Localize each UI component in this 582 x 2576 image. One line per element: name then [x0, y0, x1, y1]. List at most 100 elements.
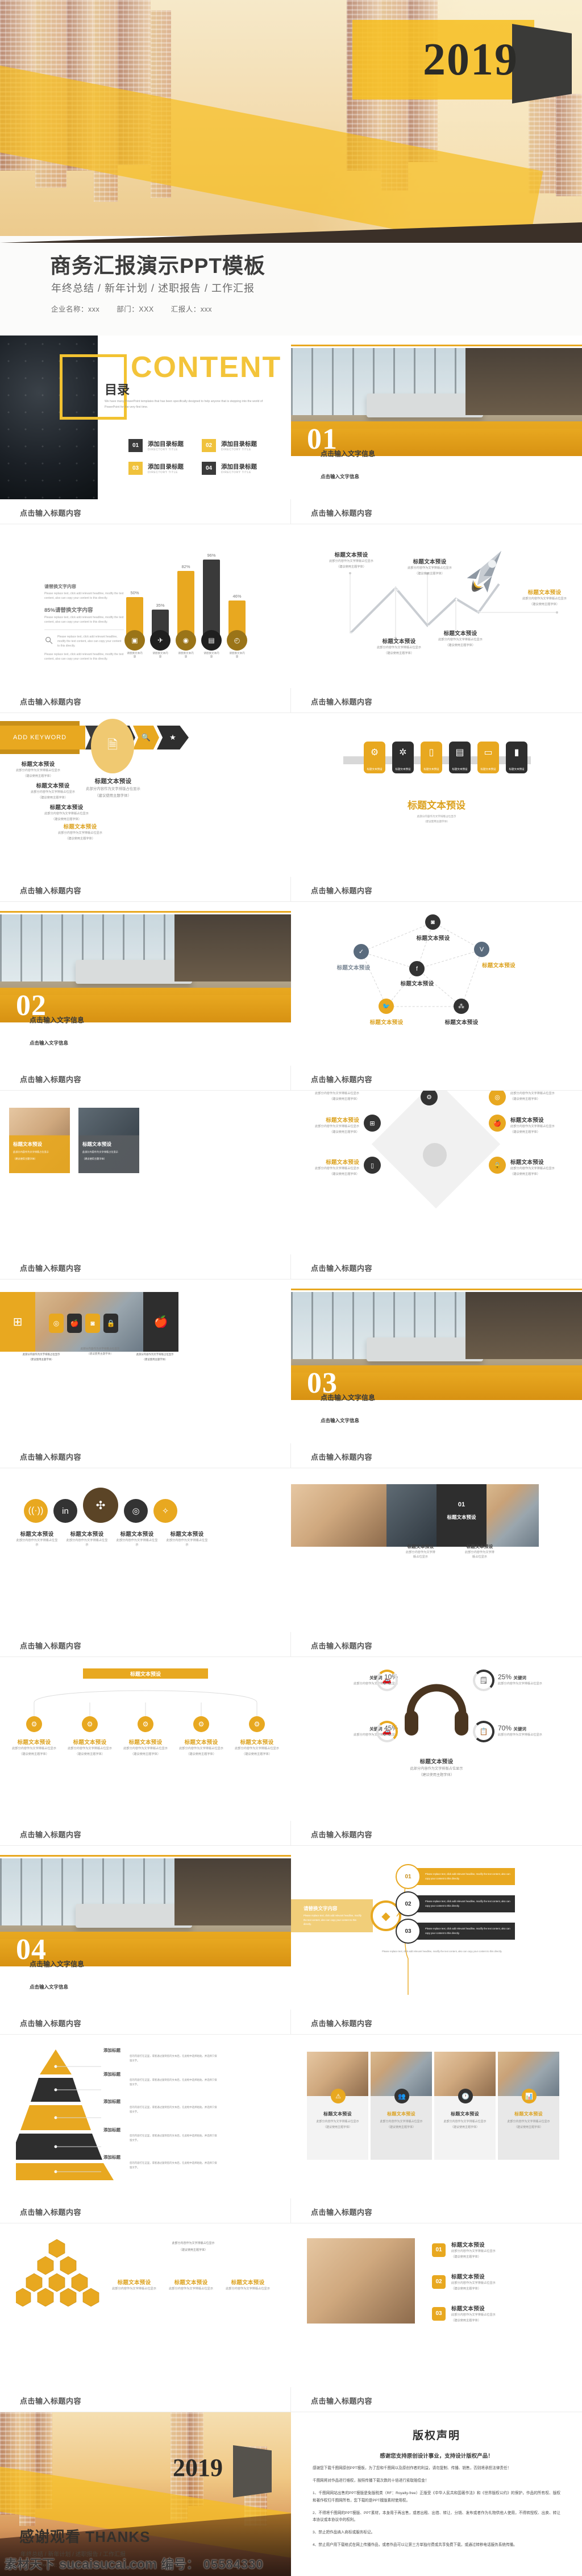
column-item-1[interactable]: ⚠ 标题文本预设 此部分内容作为文字排版占位显示 （建议使用主题字体） [307, 2052, 368, 2160]
line-node-4[interactable]: ♦ [450, 593, 463, 606]
pill-item-2[interactable]: ✲ 标题文本预设 [392, 742, 414, 773]
mobile-icon[interactable]: ▯ [364, 1157, 381, 1174]
share-icon[interactable]: ⁂ [454, 999, 469, 1014]
facebook-icon[interactable]: f [409, 961, 425, 976]
slide-cell-circle-row: ((·)) in ✣ ◎ ✧ 标题文本预设 此部分内容作为文字排版占位显示 标题… [0, 1468, 291, 1657]
contents-item-01[interactable]: 01 添加目录标题 DIRECTORY TITLE [128, 439, 184, 452]
line-node-1[interactable]: ▣ [344, 628, 357, 640]
numbered-body2: （建议使用主题字体） [451, 2318, 481, 2322]
line-node-2[interactable]: ▤ [390, 582, 402, 595]
vimeo-icon[interactable]: V [474, 942, 489, 957]
line-label-4: 标题文本预设 此部分内容作为文字排版占位显示 （建议使用主题字体） [430, 629, 491, 648]
network-label-2: 标题文本预设 [482, 963, 516, 969]
lock-icon[interactable]: 🔒 [103, 1314, 118, 1333]
card-photo-1: 标题文本预设 此部分内容作为文字排版占位显示 （建议使用主题字体） [9, 1108, 70, 1173]
instagram-icon[interactable]: ◙ [425, 914, 440, 930]
contents-item-number: 03 [128, 462, 143, 475]
mobile-icon: ▤ [455, 748, 464, 757]
pill-item-5[interactable]: ▭ 标题文本预设 [477, 742, 499, 773]
broadcast-icon[interactable]: ((·)) [24, 1499, 48, 1523]
numbered-item-2[interactable]: 02 标题文本预设 此部分内容作为文字排版占位显示 （建议使用主题字体） [432, 2272, 496, 2292]
keyword-arrow-slide: ADD KEYWORD 🔗 📍 🔍 ★ 🗎 标题文本预设 此部分内容作为文字排版… [0, 713, 291, 877]
strip-caption-title: 标题文本预设 [466, 1544, 493, 1549]
gear-icon-1[interactable]: ⚙ [26, 1716, 42, 1732]
target-icon[interactable]: ◎ [124, 1499, 148, 1523]
gear-icon-2[interactable]: ⚙ [82, 1716, 98, 1732]
copyright-paragraph-1: 感谢您下载千图网原创PPT模板，为了您和千图网以及原创作者的利益，请勿复制、传播… [313, 2466, 512, 2470]
pill-item-6[interactable]: ▮ 标题文本预设 [506, 742, 527, 773]
cube-stack-slide: 此部分内容作为文字排版占位显示 （建议使用主题字体） 标题文本预设 此部分内容作… [0, 2223, 291, 2387]
line-label-body2: （建议使用主题字体） [446, 643, 475, 647]
copyright-paragraph-3: 1、千图网网站出售的PPT模版是免版税类（RF：Royalty-free）正版受… [313, 2491, 560, 2503]
cover-meta-reporter: 汇报人：xxx [171, 305, 213, 313]
slide-cell-pyramid: 添加标题 您的内容打在这里，或者通过复制您的文本后，在此框中选择粘贴，并选择只保… [0, 2035, 291, 2223]
twitter-icon[interactable]: 🐦 [379, 999, 394, 1014]
step-row-01: 01 Please replace text, click add releva… [396, 1864, 515, 1889]
line-label-body: 此部分内容作为文字排版占位显示 [438, 638, 483, 641]
column-item-2[interactable]: 👥 标题文本预设 此部分内容作为文字排版占位显示 （建议使用主题字体） [371, 2052, 432, 2160]
strip-title: 标题文本预设 [447, 1514, 476, 1520]
diamond-label-6: 标题文本预设 此部分内容作为文字排版占位显示 （建议使用主题字体） [510, 1158, 573, 1177]
section-text-secondary: 点击输入文字信息 [321, 1418, 360, 1424]
diamond-body: 此部分内容作为文字排版占位显示 [510, 1125, 555, 1128]
contents-item-number: 04 [202, 462, 216, 475]
device-icon: ▮ [514, 748, 519, 757]
column-body: 此部分内容作为文字排版占位显示 [380, 2120, 423, 2123]
slide-grid: CONTENT 目录 We have many PowerPoint templ… [0, 336, 582, 2576]
linkedin-icon[interactable]: in [53, 1499, 77, 1523]
contents-item-02[interactable]: 02 添加目录标题 DIRECTORY TITLE [202, 439, 257, 452]
pill-item-1[interactable]: ⚙ 标题文本预设 [364, 742, 385, 773]
watermark-site: sucaisucai.com [59, 2557, 157, 2572]
line-label-3: 标题文本预设 此部分内容作为文字排版占位显示 （建议使用主题字体） [399, 557, 460, 577]
slide-cell-pill-row: ⚙ 标题文本预设 ✲ 标题文本预设 ▯ 标题文本预设 ▤ 标题文本预设 ▭ 标题文本预设 … [291, 713, 582, 902]
pill-label: 标题文本预设 [452, 768, 468, 771]
gear-icon: ⚙ [370, 748, 379, 757]
gear-icon-5[interactable]: ⚙ [249, 1716, 265, 1732]
column-item-3[interactable]: 🕐 标题文本预设 此部分内容作为文字排版占位显示 （建议使用主题字体） [434, 2052, 496, 2160]
pill-item-3[interactable]: ▯ 标题文本预设 [421, 742, 442, 773]
bar-category-label: 请替换文本内容 [178, 652, 194, 658]
lock-icon[interactable]: 🔒 [489, 1157, 506, 1174]
contents-item-04[interactable]: 04 添加目录标题 DIRECTORY TITLE [202, 462, 257, 475]
gear-icon-3[interactable]: ⚙ [138, 1716, 153, 1732]
diamond-body: 此部分内容作为文字排版占位显示 [315, 1125, 359, 1128]
line-label-body: 此部分内容作为文字排版占位显示 [408, 566, 452, 570]
keyword-item-title: 标题文本预设 [63, 824, 97, 830]
gear-icon-4[interactable]: ⚙ [193, 1716, 209, 1732]
cube-body-1: 此部分内容作为文字排版占位显示 [172, 2242, 215, 2245]
apple-icon[interactable]: 🍎 [67, 1314, 82, 1333]
numbered-item-3[interactable]: 03 标题文本预设 此部分内容作为文字排版占位显示 （建议使用主题字体） [432, 2304, 496, 2324]
contents-item-label-cn: 添加目录标题 [221, 441, 257, 448]
numbered-item-1[interactable]: 01 标题文本预设 此部分内容作为文字排版占位显示 （建议使用主题字体） [432, 2240, 496, 2260]
aperture-icon[interactable]: ◎ [49, 1314, 64, 1333]
globe-icon[interactable]: ✣ [83, 1488, 118, 1523]
strip-caption-title: 标题文本预设 [407, 1544, 434, 1549]
step-row-03: 03 Please replace text, click add releva… [396, 1919, 515, 1944]
line-label-title: 标题文本预设 [443, 631, 477, 637]
bar-chart-side-title: 请替换文字内容 [44, 584, 76, 589]
watermark-id-label: 编号： [161, 2557, 199, 2571]
apple-icon[interactable]: 🍎 [489, 1115, 506, 1132]
windows-icon[interactable]: ⊞ [364, 1115, 381, 1132]
instagram-icon[interactable]: ◙ [85, 1314, 100, 1333]
cube-stack-graphic [16, 2239, 99, 2306]
watermark: 素材天下 sucaisucai.com 编号： 05584330 [0, 2554, 291, 2573]
gear-label-3: 标题文本预设 此部分内容作为文字排版占位显示 （建议使用主题字体） [118, 1738, 173, 1757]
windows-icon: ⊞ [0, 1292, 35, 1352]
aperture-icon[interactable]: ◎ [489, 1091, 506, 1105]
slide-caption: 点击输入标题内容 [20, 698, 82, 706]
line-node-5[interactable]: ◫ [473, 607, 485, 619]
column-body2: （建议使用主题字体） [386, 2125, 415, 2129]
diamond-body2: （建议使用主题字体） [510, 1172, 540, 1176]
line-label-title: 标题文本预设 [382, 639, 416, 645]
keyword-item-body2: （建议使用主题字体） [23, 774, 53, 778]
bar-chart-note: Please replace text, click add relevant … [57, 635, 122, 648]
check-icon[interactable]: ✓ [354, 944, 369, 959]
column-item-4[interactable]: 📊 标题文本预设 此部分内容作为文字排版占位显示 （建议使用主题字体） [498, 2052, 559, 2160]
network-label-4: 标题文本预设 [400, 981, 434, 987]
line-label-title: 标题文本预设 [413, 559, 447, 565]
pill-item-4[interactable]: ▤ 标题文本预设 [449, 742, 471, 773]
circle-title: 标题文本预设 [20, 1531, 54, 1538]
contents-item-03[interactable]: 03 添加目录标题 DIRECTORY TITLE [128, 462, 184, 475]
compass-icon[interactable]: ✧ [153, 1499, 177, 1523]
